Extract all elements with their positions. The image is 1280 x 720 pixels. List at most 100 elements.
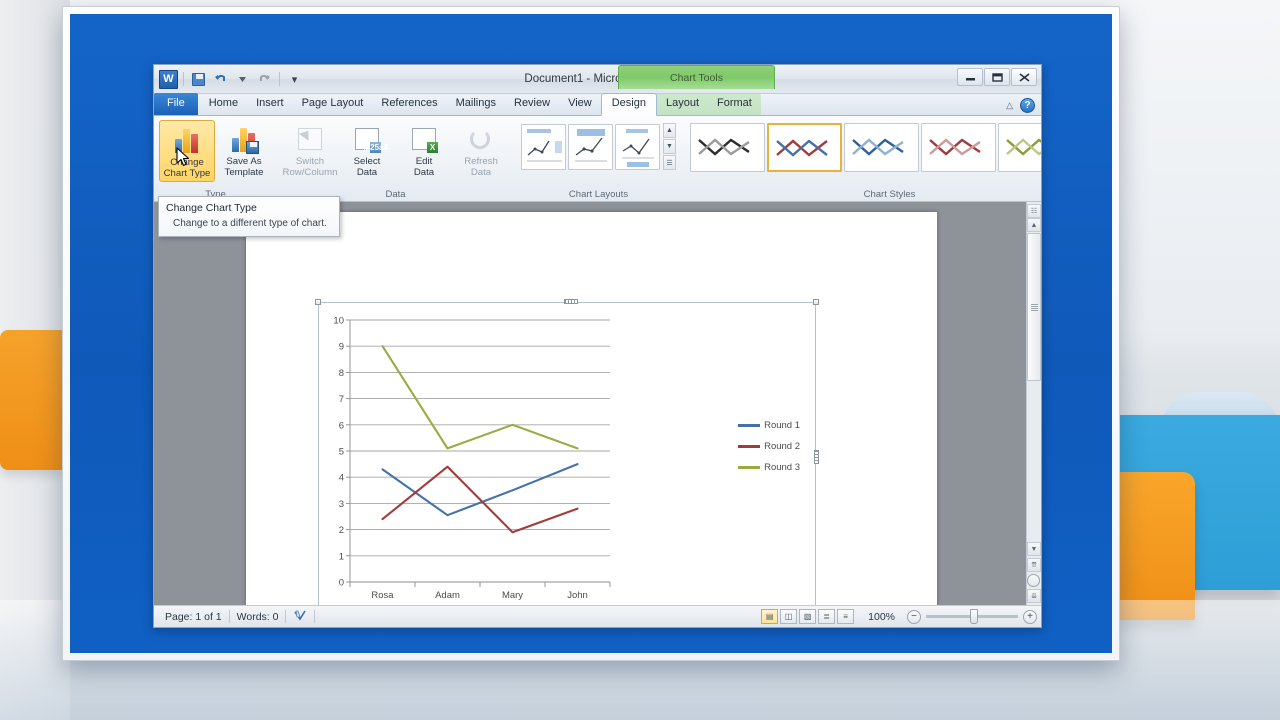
zoom-slider-thumb[interactable] (970, 609, 978, 624)
scroll-up-icon[interactable]: ▲ (1027, 218, 1041, 232)
tooltip-title: Change Chart Type (166, 202, 257, 214)
tab-page-layout[interactable]: Page Layout (293, 94, 373, 115)
chart-style-thumbnail-selected[interactable] (767, 123, 842, 172)
tab-design[interactable]: Design (600, 93, 657, 116)
next-page-icon[interactable]: ⇊ (1027, 589, 1041, 603)
change-chart-type-button[interactable]: Change Chart Type (159, 120, 215, 182)
undo-icon[interactable] (211, 70, 230, 89)
chart-styles-gallery[interactable]: ▲ ▼ ☰ (688, 120, 1041, 172)
page-indicator[interactable]: Page: 1 of 1 (158, 609, 229, 625)
minimize-button[interactable] (957, 68, 983, 86)
chart-layout-thumbnail[interactable] (615, 123, 660, 170)
svg-text:7: 7 (339, 394, 344, 405)
refresh-data-label-line2: Data (470, 166, 492, 178)
chart-layout-thumbnail[interactable] (568, 123, 613, 170)
customize-qat-icon[interactable]: ▾ (285, 70, 304, 89)
view-draft-button[interactable]: ≡ (837, 609, 855, 624)
change-chart-type-icon (171, 124, 203, 156)
redo-icon[interactable] (255, 70, 274, 89)
status-bar: Page: 1 of 1 Words: 0 ▤ ◫ ▧ ≣ ≡ 100% − + (154, 605, 1041, 627)
ruler-toggle-icon[interactable]: ☷ (1027, 204, 1041, 218)
chart-legend[interactable]: Round 1 Round 2 Round 3 (738, 420, 800, 483)
ribbon-group-chart-layouts: ▲ ▼ ☰ Chart Layouts (516, 117, 681, 201)
resize-handle-ne[interactable] (813, 299, 819, 305)
tab-home[interactable]: Home (200, 94, 247, 115)
resize-handle-e[interactable] (814, 450, 819, 464)
resize-handle-n[interactable] (564, 299, 578, 304)
legend-label: Round 2 (764, 441, 800, 452)
ribbon: Change Chart Type Save As Template Type … (154, 116, 1041, 202)
scroll-down-icon[interactable]: ▼ (1027, 542, 1041, 556)
window-controls[interactable] (957, 68, 1037, 86)
gallery-scroll-down-icon[interactable]: ▼ (663, 139, 676, 154)
quick-access-toolbar[interactable]: W ▾ (154, 69, 304, 89)
close-button[interactable] (1011, 68, 1037, 86)
tab-mailings[interactable]: Mailings (447, 94, 505, 115)
zoom-controls[interactable]: 100% − + (855, 609, 1037, 625)
proofing-errors-icon[interactable] (286, 609, 314, 625)
view-print-layout-button[interactable]: ▤ (761, 609, 779, 624)
legend-item[interactable]: Round 3 (738, 462, 800, 473)
tab-view[interactable]: View (559, 94, 601, 115)
help-icon[interactable]: ? (1020, 98, 1035, 113)
select-data-button[interactable]: \u25a4 Select Data (339, 120, 395, 180)
chart-style-thumbnail[interactable] (998, 123, 1041, 172)
zoom-out-button[interactable]: − (907, 609, 921, 624)
switch-row-column-button[interactable]: Switch Row/Column (282, 120, 338, 180)
legend-item[interactable]: Round 2 (738, 441, 800, 452)
ribbon-tab-bar[interactable]: File Home Insert Page Layout References … (154, 93, 1041, 116)
chart-style-thumbnail[interactable] (921, 123, 996, 172)
select-browse-object-icon[interactable] (1027, 574, 1040, 587)
chart-object[interactable]: 0 1 2 3 4 5 6 7 8 9 10 Rosa Adam Mary John Round 1 Roun… (315, 299, 819, 605)
qat-divider-2 (279, 72, 280, 86)
scrollbar-thumb[interactable] (1027, 233, 1041, 381)
save-as-template-icon (228, 123, 260, 155)
zoom-level-label[interactable]: 100% (861, 609, 902, 625)
ribbon-right-controls[interactable]: △ ? (1006, 98, 1035, 113)
zoom-slider-track[interactable] (926, 609, 1018, 624)
tab-review[interactable]: Review (505, 94, 559, 115)
scrollbar-bottom-controls[interactable]: ▼ ⇈ ⇊ (1027, 542, 1041, 605)
legend-swatch (738, 466, 761, 469)
tab-layout[interactable]: Layout (657, 94, 708, 115)
chart-layouts-gallery[interactable]: ▲ ▼ ☰ (519, 120, 678, 170)
edit-data-button[interactable]: X Edit Data (396, 120, 452, 180)
chart-style-thumbnail[interactable] (844, 123, 919, 172)
view-full-screen-reading-button[interactable]: ◫ (780, 609, 798, 624)
previous-page-icon[interactable]: ⇈ (1027, 558, 1041, 572)
tab-references[interactable]: References (372, 94, 446, 115)
document-page[interactable]: 0 1 2 3 4 5 6 7 8 9 10 Rosa Adam Mary John Round 1 Roun… (246, 212, 937, 605)
word-logo-icon[interactable]: W (159, 69, 178, 89)
view-web-layout-button[interactable]: ▧ (799, 609, 817, 624)
tab-file[interactable]: File (154, 93, 198, 115)
svg-text:6: 6 (339, 420, 344, 431)
tab-format[interactable]: Format (708, 94, 761, 115)
legend-swatch (738, 445, 761, 448)
save-as-template-button[interactable]: Save As Template (216, 120, 272, 180)
word-count[interactable]: Words: 0 (230, 609, 286, 625)
gallery-scroll-up-icon[interactable]: ▲ (663, 123, 676, 138)
view-outline-button[interactable]: ≣ (818, 609, 836, 624)
tab-insert[interactable]: Insert (247, 94, 293, 115)
title-bar: W ▾ Document1 - Microsoft Word Chart Too… (154, 65, 1041, 94)
ribbon-group-type: Change Chart Type Save As Template Type (156, 117, 275, 201)
minimize-ribbon-icon[interactable]: △ (1006, 100, 1013, 111)
restore-button[interactable] (984, 68, 1010, 86)
chart-layout-thumbnail[interactable] (521, 123, 566, 170)
qat-divider (183, 72, 184, 86)
svg-text:Rosa: Rosa (371, 590, 394, 601)
undo-dropdown-icon[interactable] (233, 70, 252, 89)
save-icon[interactable] (189, 70, 208, 89)
chart-layouts-scroll-controls[interactable]: ▲ ▼ ☰ (663, 123, 676, 170)
chart-style-thumbnail[interactable] (690, 123, 765, 172)
vertical-scrollbar[interactable]: ☷ ▲ ▼ ⇈ ⇊ (1026, 202, 1041, 605)
refresh-data-button[interactable]: Refresh Data (453, 120, 509, 180)
legend-item[interactable]: Round 1 (738, 420, 800, 431)
resize-handle-nw[interactable] (315, 299, 321, 305)
select-data-label-line2: Data (356, 166, 378, 178)
chart-canvas[interactable]: 0 1 2 3 4 5 6 7 8 9 10 Rosa Adam Mary John Round 1 Roun… (322, 306, 812, 605)
edit-data-icon: X (408, 123, 440, 155)
zoom-in-button[interactable]: + (1023, 609, 1037, 624)
svg-text:5: 5 (339, 447, 344, 458)
gallery-more-icon[interactable]: ☰ (663, 155, 676, 170)
